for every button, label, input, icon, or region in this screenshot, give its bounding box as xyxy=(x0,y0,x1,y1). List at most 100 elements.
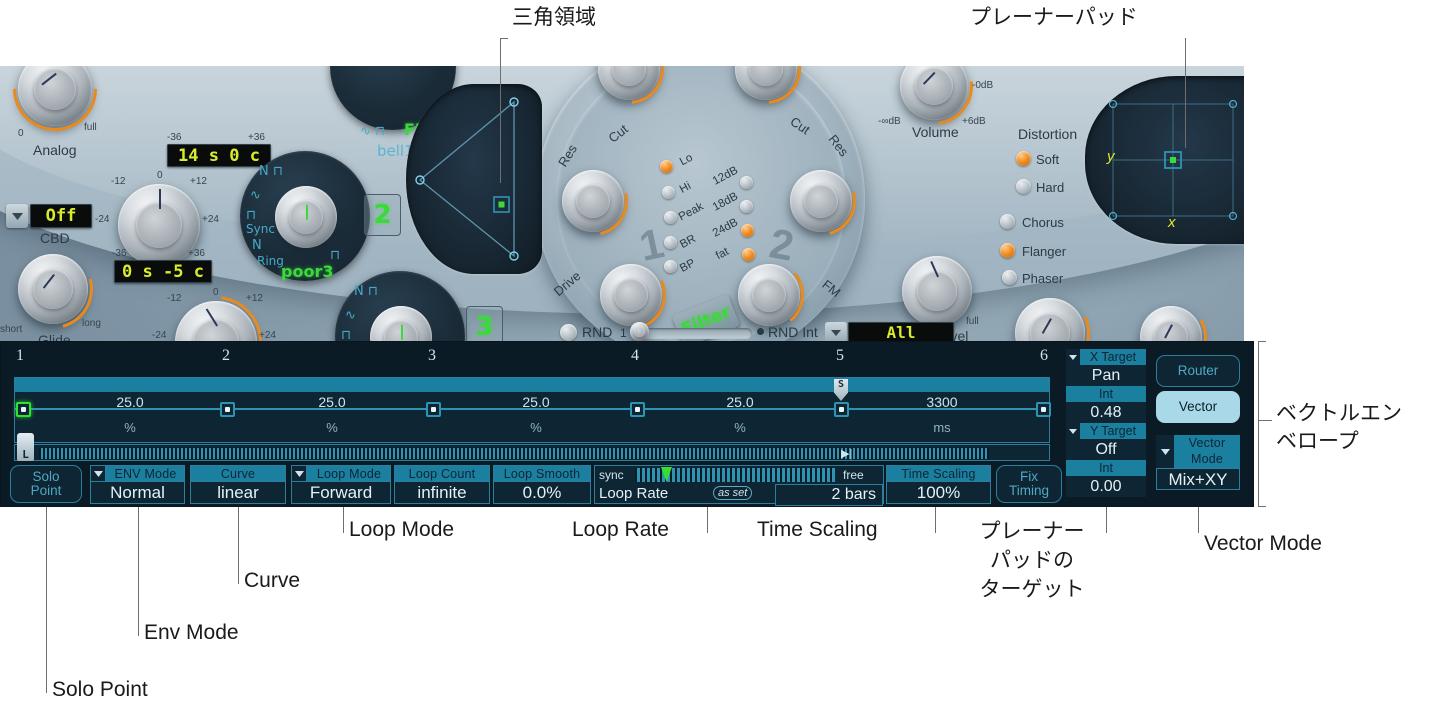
intensity-knob[interactable] xyxy=(998,281,1102,341)
vector-button[interactable]: Vector xyxy=(1156,391,1240,423)
annotation-loop-mode: Loop Mode xyxy=(349,518,455,541)
envelope-node-2[interactable] xyxy=(220,402,235,417)
rnd-scope-value[interactable]: All xyxy=(848,322,954,341)
volume-knob[interactable] xyxy=(879,66,989,141)
loop-end-marker-icon[interactable]: ▶| xyxy=(841,447,852,460)
filter-type-led-peak[interactable] xyxy=(664,211,677,224)
env-mode-control[interactable]: ENV Mode Normal xyxy=(90,465,185,504)
effect-led-hard[interactable] xyxy=(1016,179,1031,194)
loop-mode-value[interactable]: Forward xyxy=(291,482,391,504)
rnd-slider-thumb-cap xyxy=(634,326,645,337)
filter1-resonance-knob[interactable] xyxy=(544,152,642,250)
sustain-point-marker[interactable]: S xyxy=(834,379,848,401)
filter-type-led-hi[interactable] xyxy=(662,186,675,199)
x-target-int-value[interactable]: 0.48 xyxy=(1066,402,1146,423)
envelope-segment-3-value[interactable]: 25.0 xyxy=(481,394,591,410)
filter-type-led-lo[interactable] xyxy=(660,160,673,173)
filter1-drive-knob[interactable] xyxy=(586,250,676,340)
envelope-node-4[interactable] xyxy=(630,402,645,417)
envelope-loop-bar[interactable]: L ▶| xyxy=(14,433,1050,461)
glide-min-label: short xyxy=(0,324,23,335)
loop-rate-name: Loop Rate xyxy=(599,485,669,502)
solo-point-button[interactable]: Solo Point xyxy=(10,465,82,503)
filter-slope-led-18db[interactable] xyxy=(740,200,753,213)
filter-slope-led-24db[interactable] xyxy=(741,224,754,237)
osc2-tune-display[interactable]: 0 s -5 c xyxy=(114,260,212,283)
env-mode-dropdown-arrow-icon[interactable] xyxy=(90,465,106,482)
osc3-waveform-knob-pointer xyxy=(401,324,403,340)
y-target-value[interactable]: Off xyxy=(1066,439,1146,460)
filter1-cutoff-knob[interactable] xyxy=(579,66,679,119)
x-target-control[interactable]: X Target Pan Int 0.48 xyxy=(1066,349,1146,423)
envelope-segment-4-value[interactable]: 25.0 xyxy=(685,394,795,410)
osc3-number-badge[interactable]: 3 xyxy=(466,306,503,341)
filter-slope-led-12db[interactable] xyxy=(740,176,753,189)
env-mode-value[interactable]: Normal xyxy=(90,482,185,504)
filter2-fm-knob[interactable] xyxy=(731,257,807,333)
speed-knob[interactable] xyxy=(1126,292,1216,341)
effect-led-chorus[interactable] xyxy=(1000,214,1015,229)
envelope-node-3[interactable] xyxy=(426,402,441,417)
filter-type-led-br[interactable] xyxy=(664,236,677,249)
x-target-dropdown-arrow-icon[interactable] xyxy=(1066,349,1080,365)
leader-time-scaling xyxy=(935,507,936,533)
cbd-dropdown-arrow-icon[interactable] xyxy=(6,204,28,228)
effect-led-phaser[interactable] xyxy=(1002,270,1017,285)
loop-smooth-control[interactable]: Loop Smooth 0.0% xyxy=(493,465,591,504)
loop-smooth-value[interactable]: 0.0% xyxy=(493,482,591,504)
loop-count-value[interactable]: infinite xyxy=(394,482,490,504)
time-scaling-value[interactable]: 100% xyxy=(886,482,991,504)
osc2-pitch-knob-cap xyxy=(136,202,182,248)
effect-led-flanger[interactable] xyxy=(1000,243,1015,258)
envelope-segment-5-unit: ms xyxy=(933,420,951,435)
envelope-node-1[interactable] xyxy=(16,402,31,417)
loop-mode-control[interactable]: Loop Mode Forward xyxy=(291,465,391,504)
loop-rate-value[interactable]: 2 bars xyxy=(775,484,883,506)
osc1-tune-display[interactable]: 14 s 0 c xyxy=(167,144,271,167)
rnd-toggle-led[interactable] xyxy=(560,324,577,341)
filter2-cutoff-knob[interactable] xyxy=(716,66,816,119)
filter-slope-led-fat[interactable] xyxy=(742,248,755,261)
envelope-ruler-4: 4 xyxy=(631,347,639,364)
osc2-number-badge[interactable]: 2 xyxy=(364,194,401,236)
rnd-slider-thumb[interactable] xyxy=(630,322,649,341)
y-target-int-value[interactable]: 0.00 xyxy=(1066,476,1146,497)
filter-type-led-bp[interactable] xyxy=(664,260,677,273)
envelope-node-5[interactable] xyxy=(834,402,849,417)
router-button[interactable]: Router xyxy=(1156,355,1240,387)
envelope-graph[interactable]: S 25.0 % 25.0 % 25.0 % 25.0 % 3300 ms xyxy=(14,377,1051,443)
osc2-waveform-knob[interactable] xyxy=(275,186,337,248)
y-target-dropdown-arrow-icon[interactable] xyxy=(1066,423,1080,439)
filter2-resonance-knob[interactable] xyxy=(773,153,869,249)
envelope-segment-5-value[interactable]: 3300 xyxy=(887,394,997,410)
loop-count-control[interactable]: Loop Count infinite xyxy=(394,465,490,504)
rnd-slider-track[interactable] xyxy=(632,328,752,339)
vector-mode-control[interactable]: Vector Mode Mix+XY xyxy=(1156,435,1240,490)
vector-mode-dropdown-arrow-icon[interactable] xyxy=(1156,435,1174,468)
fix-timing-button[interactable]: Fix Timing xyxy=(996,465,1062,503)
curve-control[interactable]: Curve linear xyxy=(190,465,286,504)
loop-mode-dropdown-arrow-icon[interactable] xyxy=(291,465,307,482)
effect-led-soft[interactable] xyxy=(1016,151,1031,166)
loop-rate-free-label: free xyxy=(843,468,864,482)
y-target-control[interactable]: Y Target Off Int 0.00 xyxy=(1066,423,1146,497)
loop-start-handle[interactable]: L xyxy=(17,433,34,461)
envelope-node-6[interactable] xyxy=(1036,402,1051,417)
vector-mode-value[interactable]: Mix+XY xyxy=(1156,468,1240,490)
envelope-segment-1-value[interactable]: 25.0 xyxy=(75,394,185,410)
x-target-value[interactable]: Pan xyxy=(1066,365,1146,386)
osc3-pitch-knob[interactable] xyxy=(151,277,281,341)
loop-rate-control[interactable]: sync free Loop Rate as set 2 bars xyxy=(594,465,884,506)
analog-knob[interactable] xyxy=(0,66,115,149)
sine-level-max-label: full xyxy=(966,316,979,327)
sine-level-knob[interactable] xyxy=(902,256,972,326)
cbd-value[interactable]: Off xyxy=(30,204,92,228)
glide-knob[interactable] xyxy=(0,234,108,341)
envelope-segment-2-value[interactable]: 25.0 xyxy=(277,394,387,410)
curve-value[interactable]: linear xyxy=(190,482,286,504)
osc2-waveform-name: poor3 xyxy=(281,262,334,281)
rnd-scope-dropdown-arrow-icon[interactable] xyxy=(825,322,847,341)
planar-pad-x-label: x xyxy=(1168,214,1176,231)
envelope-segment-3-unit: % xyxy=(530,420,542,435)
time-scaling-control[interactable]: Time Scaling 100% xyxy=(886,465,991,504)
